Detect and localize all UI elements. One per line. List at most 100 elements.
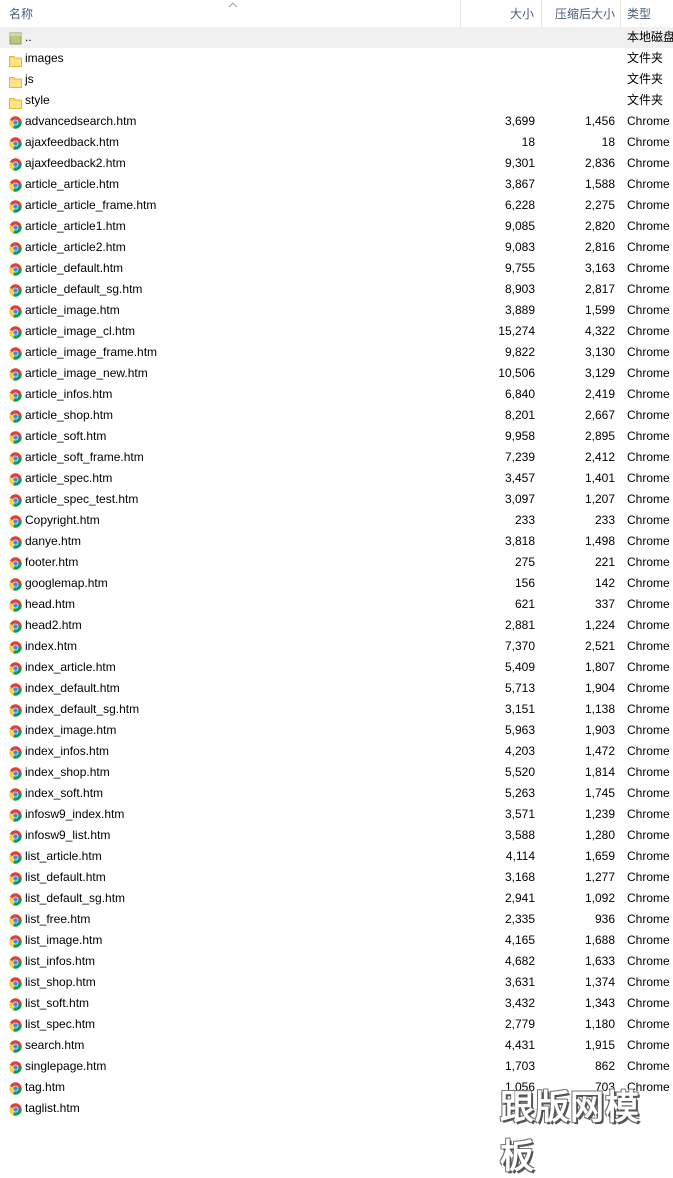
chrome-html-icon: [9, 892, 22, 906]
chrome-html-icon: [9, 1018, 22, 1032]
file-row[interactable]: article_shop.htm 8,201 2,667 Chrome: [0, 405, 673, 426]
file-row[interactable]: index_default_sg.htm 3,151 1,138 Chrome: [0, 699, 673, 720]
file-row[interactable]: article_article_frame.htm 6,228 2,275 Chrom…: [0, 195, 673, 216]
compressed-size: 2,521: [584, 639, 615, 653]
compressed-size: 2,275: [584, 198, 615, 212]
file-name: index_soft.htm: [25, 786, 104, 800]
file-row[interactable]: singlepage.htm 1,703 862 Chrome: [0, 1056, 673, 1077]
file-type: Chrome: [627, 156, 670, 170]
folder-row[interactable]: images 文件夹: [0, 48, 673, 69]
chrome-html-icon: [9, 220, 22, 234]
file-row[interactable]: article_soft.htm 9,958 2,895 Chrome: [0, 426, 673, 447]
compressed-size: 1,599: [584, 303, 615, 317]
file-row[interactable]: article_article.htm 3,867 1,588 Chrome: [0, 174, 673, 195]
file-row[interactable]: list_article.htm 4,114 1,659 Chrome: [0, 846, 673, 867]
column-divider[interactable]: [620, 0, 621, 28]
file-type: Chrome: [627, 723, 670, 737]
column-divider[interactable]: [460, 0, 461, 28]
file-name: index_default_sg.htm: [25, 702, 140, 716]
file-row[interactable]: head2.htm 2,881 1,224 Chrome: [0, 615, 673, 636]
folder-icon: [9, 74, 22, 88]
file-name: article_article1.htm: [25, 219, 126, 233]
file-row[interactable]: Copyright.htm 233 233 Chrome: [0, 510, 673, 531]
chrome-html-icon: [9, 724, 22, 738]
file-row[interactable]: ajaxfeedback2.htm 9,301 2,836 Chrome: [0, 153, 673, 174]
file-row[interactable]: article_default_sg.htm 8,903 2,817 Chrome: [0, 279, 673, 300]
chrome-html-icon: [9, 430, 22, 444]
file-name: index_article.htm: [25, 660, 116, 674]
file-row[interactable]: index_article.htm 5,409 1,807 Chrome: [0, 657, 673, 678]
file-size: 18: [521, 135, 535, 149]
file-row[interactable]: index_soft.htm 5,263 1,745 Chrome: [0, 783, 673, 804]
file-size: 4,682: [504, 954, 535, 968]
file-row[interactable]: list_soft.htm 3,432 1,343 Chrome: [0, 993, 673, 1014]
file-row[interactable]: article_image_cl.htm 15,274 4,322 Chrome: [0, 321, 673, 342]
file-row[interactable]: index_infos.htm 4,203 1,472 Chrome: [0, 741, 673, 762]
file-name: infosw9_index.htm: [25, 807, 125, 821]
compressed-size: 1,224: [584, 618, 615, 632]
column-header-size[interactable]: 大小: [510, 0, 534, 28]
column-header-type[interactable]: 类型: [627, 0, 651, 28]
file-name: article_article.htm: [25, 177, 120, 191]
file-row[interactable]: head.htm 621 337 Chrome: [0, 594, 673, 615]
file-name: list_default_sg.htm: [25, 891, 126, 905]
file-name: article_infos.htm: [25, 387, 113, 401]
compressed-size: 4,322: [584, 324, 615, 338]
file-row[interactable]: list_spec.htm 2,779 1,180 Chrome: [0, 1014, 673, 1035]
file-row[interactable]: list_default.htm 3,168 1,277 Chrome: [0, 867, 673, 888]
file-row[interactable]: index_image.htm 5,963 1,903 Chrome: [0, 720, 673, 741]
file-row[interactable]: list_default_sg.htm 2,941 1,092 Chrome: [0, 888, 673, 909]
chrome-html-icon: [9, 115, 22, 129]
file-row[interactable]: article_default.htm 9,755 3,163 Chrome: [0, 258, 673, 279]
chrome-html-icon: [9, 493, 22, 507]
file-name: taglist.htm: [25, 1101, 80, 1115]
column-divider[interactable]: [541, 0, 542, 28]
file-row[interactable]: list_image.htm 4,165 1,688 Chrome: [0, 930, 673, 951]
compressed-size: 1,688: [584, 933, 615, 947]
compressed-size: 1,138: [584, 702, 615, 716]
file-row[interactable]: index_default.htm 5,713 1,904 Chrome: [0, 678, 673, 699]
column-header-name[interactable]: 名称: [9, 0, 33, 28]
file-row[interactable]: article_image_frame.htm 9,822 3,130 Chrome: [0, 342, 673, 363]
parent-directory-row[interactable]: .. 本地磁盘: [0, 27, 673, 48]
file-row[interactable]: article_spec.htm 3,457 1,401 Chrome: [0, 468, 673, 489]
file-row[interactable]: googlemap.htm 156 142 Chrome: [0, 573, 673, 594]
file-row[interactable]: ajaxfeedback.htm 18 18 Chrome: [0, 132, 673, 153]
file-row[interactable]: article_image_new.htm 10,506 3,129 Chrome: [0, 363, 673, 384]
file-row[interactable]: list_infos.htm 4,682 1,633 Chrome: [0, 951, 673, 972]
folder-row[interactable]: js 文件夹: [0, 69, 673, 90]
file-row[interactable]: article_image.htm 3,889 1,599 Chrome: [0, 300, 673, 321]
file-row[interactable]: article_spec_test.htm 3,097 1,207 Chrome: [0, 489, 673, 510]
file-type: Chrome: [627, 219, 670, 233]
file-row[interactable]: list_shop.htm 3,631 1,374 Chrome: [0, 972, 673, 993]
compressed-size: 18: [601, 135, 615, 149]
file-size: 2,881: [504, 618, 535, 632]
file-type: Chrome: [627, 807, 670, 821]
file-type: Chrome: [627, 828, 670, 842]
file-row[interactable]: infosw9_list.htm 3,588 1,280 Chrome: [0, 825, 673, 846]
compressed-size: 1,180: [584, 1017, 615, 1031]
compressed-size: 1,633: [584, 954, 615, 968]
file-row[interactable]: danye.htm 3,818 1,498 Chrome: [0, 531, 673, 552]
chrome-html-icon: [9, 1039, 22, 1053]
file-size: 1,703: [504, 1059, 535, 1073]
file-row[interactable]: list_free.htm 2,335 936 Chrome: [0, 909, 673, 930]
file-row[interactable]: article_infos.htm 6,840 2,419 Chrome: [0, 384, 673, 405]
file-row[interactable]: index.htm 7,370 2,521 Chrome: [0, 636, 673, 657]
file-type: Chrome: [627, 912, 670, 926]
file-row[interactable]: article_soft_frame.htm 7,239 2,412 Chrome: [0, 447, 673, 468]
file-row[interactable]: article_article1.htm 9,085 2,820 Chrome: [0, 216, 673, 237]
file-row[interactable]: article_article2.htm 9,083 2,816 Chrome: [0, 237, 673, 258]
file-row[interactable]: advancedsearch.htm 3,699 1,456 Chrome: [0, 111, 673, 132]
file-row[interactable]: search.htm 4,431 1,915 Chrome: [0, 1035, 673, 1056]
compressed-size: 1,401: [584, 471, 615, 485]
file-row[interactable]: footer.htm 275 221 Chrome: [0, 552, 673, 573]
file-row[interactable]: infosw9_index.htm 3,571 1,239 Chrome: [0, 804, 673, 825]
folder-row[interactable]: style 文件夹: [0, 90, 673, 111]
file-size: 8,201: [504, 408, 535, 422]
column-header-compressed-size[interactable]: 压缩后大小: [555, 0, 615, 28]
file-name: list_shop.htm: [25, 975, 96, 989]
file-name: list_image.htm: [25, 933, 103, 947]
file-size: 3,699: [504, 114, 535, 128]
file-row[interactable]: index_shop.htm 5,520 1,814 Chrome: [0, 762, 673, 783]
